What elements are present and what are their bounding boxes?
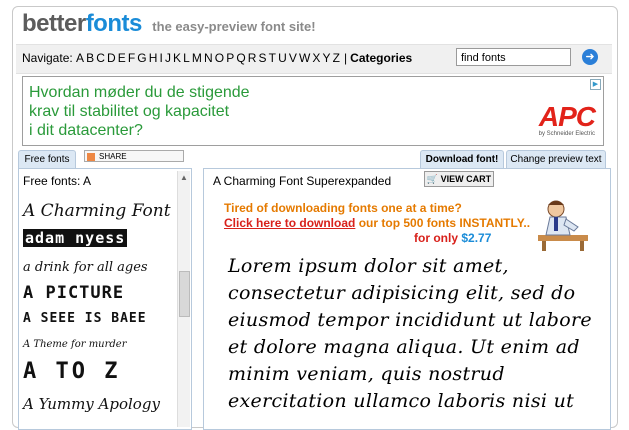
share-button[interactable]: SHARE [84, 150, 184, 162]
letter-link-u[interactable]: U [278, 51, 287, 65]
font-list-scrollbar[interactable]: ▲ [177, 171, 190, 427]
font-sample[interactable]: A SEEE IS BAEE [23, 311, 147, 326]
letter-link-j[interactable]: J [165, 51, 171, 65]
letter-link-f[interactable]: F [128, 51, 135, 65]
font-list-title: Free fonts: A [23, 174, 92, 188]
letter-link-k[interactable]: K [173, 51, 181, 65]
scroll-up-icon[interactable]: ▲ [179, 173, 189, 183]
letter-link-o[interactable]: O [215, 51, 224, 65]
letter-link-q[interactable]: Q [236, 51, 245, 65]
logo-tagline: the easy-preview font site! [152, 19, 316, 34]
letter-link-a[interactable]: A [76, 51, 84, 65]
categories-link[interactable]: Categories [350, 51, 412, 65]
font-sample[interactable]: A TO Z [23, 359, 120, 384]
promo-line-2: Click here to download our top 500 fonts… [224, 216, 530, 231]
letter-link-h[interactable]: H [149, 51, 158, 65]
letter-link-c[interactable]: C [96, 51, 105, 65]
letter-link-w[interactable]: W [299, 51, 310, 65]
tab-free-fonts[interactable]: Free fonts [18, 150, 76, 169]
font-sample[interactable]: a drink for all ages [23, 260, 148, 275]
promo-line-1: Tired of downloading fonts one at a time… [224, 201, 462, 215]
letter-link-g[interactable]: G [137, 51, 146, 65]
promo-price: $2.77 [461, 231, 492, 245]
letter-link-n[interactable]: N [204, 51, 213, 65]
letter-link-s[interactable]: S [259, 51, 267, 65]
letter-link-r[interactable]: R [248, 51, 257, 65]
letter-link-x[interactable]: X [312, 51, 320, 65]
ad-line-1: Hvordan møder du de stigende [29, 84, 250, 101]
letter-link-m[interactable]: M [192, 51, 202, 65]
promo-block: Tired of downloading fonts one at a time… [224, 201, 530, 246]
view-cart-label: VIEW CART [440, 174, 492, 184]
navigate-label: Navigate: [22, 51, 73, 65]
apc-logo: APC [538, 101, 596, 132]
advertisement-banner[interactable]: Hvordan møder du de stigende krav til st… [22, 76, 604, 146]
ad-line-2: krav til stabilitet og kapacitet [29, 103, 230, 120]
letter-link-b[interactable]: B [86, 51, 94, 65]
ad-text: Hvordan møder du de stigende krav til st… [29, 83, 250, 140]
promo-download-link[interactable]: Click here to download [224, 216, 355, 230]
ad-line-3: i dit datacenter? [29, 122, 143, 139]
letter-link-y[interactable]: Y [322, 51, 330, 65]
view-cart-button[interactable]: 🛒 VIEW CART [424, 171, 494, 187]
letter-link-t[interactable]: T [269, 51, 276, 65]
share-label: SHARE [99, 152, 127, 161]
font-list-panel: Free fonts: A A Charming Font adam nyess… [18, 168, 192, 430]
font-preview-title: A Charming Font Superexpanded [213, 174, 392, 188]
letter-link-l[interactable]: L [183, 51, 190, 65]
tab-change-preview-text[interactable]: Change preview text [506, 150, 606, 169]
font-sample[interactable]: A Charming Font [23, 201, 171, 221]
font-sample[interactable]: A PICTURE [23, 283, 124, 303]
font-sample[interactable]: adam nyess [23, 229, 128, 247]
promo-only: for only [414, 231, 458, 245]
letter-link-e[interactable]: E [118, 51, 126, 65]
adchoices-icon[interactable]: ▶ [590, 79, 601, 90]
promo-line-3: for only $2.77 [414, 231, 530, 246]
apc-tagline: by Schneider Electric [538, 131, 595, 137]
logo-better: better [22, 10, 86, 37]
letter-link-z[interactable]: Z [333, 51, 340, 65]
nav-separator: | [344, 51, 348, 65]
letter-links: A B C D E F G H I J K L M N O P Q R S T U V W X Y Z | Categories [76, 51, 414, 65]
tab-download-font[interactable]: Download font! [420, 150, 504, 169]
search-go-icon[interactable]: ➜ [582, 49, 598, 65]
logo-fonts: fonts [85, 10, 143, 37]
navigation-bar: Navigate: A B C D E F G H I J K L M N O P Q R S T U V W X Y Z | Cat… [16, 44, 612, 74]
scrollbar-thumb[interactable] [179, 271, 190, 317]
cart-icon: 🛒 [426, 174, 439, 184]
search-input[interactable]: find fonts [456, 48, 571, 66]
font-preview-panel: A Charming Font Superexpanded 🛒 VIEW CAR… [203, 168, 611, 430]
font-sample[interactable]: A Theme for murder [23, 339, 127, 350]
font-sample[interactable]: A Yummy Apology [23, 395, 160, 413]
promo-rest: our top 500 fonts INSTANTLY.. [358, 216, 531, 230]
letter-link-p[interactable]: P [226, 51, 234, 65]
letter-link-d[interactable]: D [107, 51, 116, 65]
thinking-man-illustration [538, 200, 588, 251]
letter-link-v[interactable]: V [289, 51, 297, 65]
preview-text: Lorem ipsum dolor sit amet, consectetur … [228, 255, 592, 412]
letter-link-i[interactable]: I [160, 51, 163, 65]
share-icon [87, 153, 95, 161]
site-logo[interactable]: betterfonts the easy-preview font site! [22, 10, 316, 38]
